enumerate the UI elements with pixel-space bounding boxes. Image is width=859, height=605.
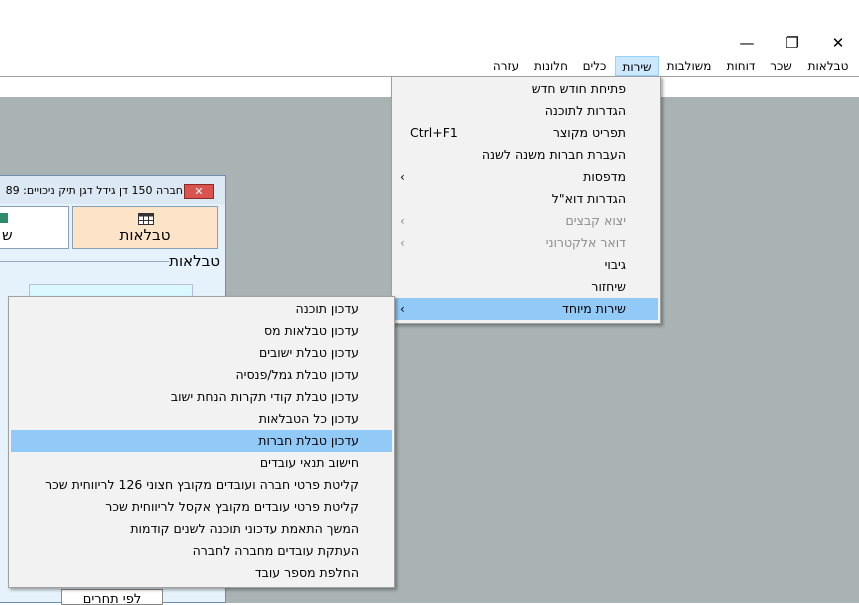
menu-windows[interactable]: חלונות	[529, 56, 573, 76]
menu-bar: טבלאות שכר דוחות משולבות שירות כלים חלונ…	[0, 56, 859, 76]
menu-item-email-settings[interactable]: הגדרות דוא"ל	[394, 188, 658, 210]
menu-item-printers[interactable]: מדפסות ›	[394, 166, 658, 188]
special-service-submenu: עדכון תוכנה עדכון טבלאות מס עדכון טבלת י…	[8, 296, 395, 588]
tab-tables-label: טבלאות	[119, 226, 171, 244]
menu-item-email: דואר אלקטרוני ›	[394, 232, 658, 254]
table-icon	[138, 213, 154, 225]
menu-salary[interactable]: שכר	[764, 56, 798, 76]
close-icon[interactable]: ✕	[825, 30, 851, 56]
menu-item-backup[interactable]: גיבוי	[394, 254, 658, 276]
submenu-item-update-tax-tables[interactable]: עדכון טבלאות מס	[11, 320, 392, 342]
submenu-item-update-companies[interactable]: עדכון טבלת חברות	[11, 430, 392, 452]
submenu-item-update-settlement-caps[interactable]: עדכון טבלת קודי תקרות הנחת ישוב	[11, 386, 392, 408]
menu-item-short-menu[interactable]: תפריט מקוצר Ctrl+F1	[394, 122, 658, 144]
menu-service[interactable]: שירות	[615, 56, 659, 76]
submenu-item-update-settlements[interactable]: עדכון טבלת ישובים	[11, 342, 392, 364]
group-label: טבלאות	[169, 252, 220, 270]
submenu-item-import-126[interactable]: קליטת פרטי חברה ועובדים מקובץ חצוני 126 …	[11, 474, 392, 496]
menu-reports[interactable]: דוחות	[722, 56, 760, 76]
chevron-right-icon: ›	[400, 214, 405, 228]
group-divider	[0, 261, 169, 262]
menu-combined[interactable]: משולבות	[662, 56, 716, 76]
close-icon[interactable]: ✕	[184, 184, 214, 199]
submenu-item-employee-conditions[interactable]: חישוב תנאי עובדים	[11, 452, 392, 474]
service-menu: פתיחת חודש חדש הגדרות לתוכנה תפריט מקוצר…	[391, 76, 661, 324]
chevron-right-icon: ›	[400, 302, 405, 316]
submenu-item-copy-employees[interactable]: העתקת עובדים מחברה לחברה	[11, 540, 392, 562]
submenu-item-update-all-tables[interactable]: עדכון כל הטבלאות	[11, 408, 392, 430]
menu-tables[interactable]: טבלאות	[803, 56, 853, 76]
tab-second-label: ש	[2, 226, 13, 244]
submenu-item-change-employee-number[interactable]: החלפת מספר עובד	[11, 562, 392, 584]
menu-item-export-files: יצוא קבצים ›	[394, 210, 658, 232]
menu-tools[interactable]: כלים	[578, 56, 611, 76]
chevron-right-icon: ›	[400, 236, 405, 250]
restore-icon[interactable]: ❐	[779, 30, 805, 56]
submenu-item-import-excel[interactable]: קליטת פרטי עובדים מקובץ אקסל לריווחית שכ…	[11, 496, 392, 518]
tab-tables[interactable]: טבלאות	[72, 206, 218, 249]
minimize-icon[interactable]: —	[734, 30, 760, 56]
company-window-title: חברה 150 דן גידל דגן תיק ניכויים: 89	[5, 184, 183, 197]
submenu-item-update-pension[interactable]: עדכון טבלת גמל/פנסיה	[11, 364, 392, 386]
title-bar: — ❐ ✕	[0, 0, 859, 56]
menu-item-special-service[interactable]: שירות מיוחד ›	[394, 298, 658, 320]
submenu-item-continue-updates[interactable]: המשך התאמת עדכוני תוכנה לשנים קודמות	[11, 518, 392, 540]
company-window-titlebar: חברה 150 דן גידל דגן תיק ניכויים: 89 ✕	[0, 176, 225, 204]
shortcut-label: Ctrl+F1	[410, 125, 458, 140]
chevron-right-icon: ›	[400, 170, 405, 184]
menu-item-restore[interactable]: שיחזור	[394, 276, 658, 298]
sheet-icon	[0, 213, 8, 223]
tab-second[interactable]: ש	[0, 206, 69, 249]
menu-help[interactable]: עזרה	[489, 56, 523, 76]
menu-item-software-settings[interactable]: הגדרות לתוכנה	[394, 100, 658, 122]
menu-item-transfer-companies[interactable]: העברת חברות משנה לשנה	[394, 144, 658, 166]
menu-item-new-month[interactable]: פתיחת חודש חדש	[394, 78, 658, 100]
submenu-item-update-software[interactable]: עדכון תוכנה	[11, 298, 392, 320]
